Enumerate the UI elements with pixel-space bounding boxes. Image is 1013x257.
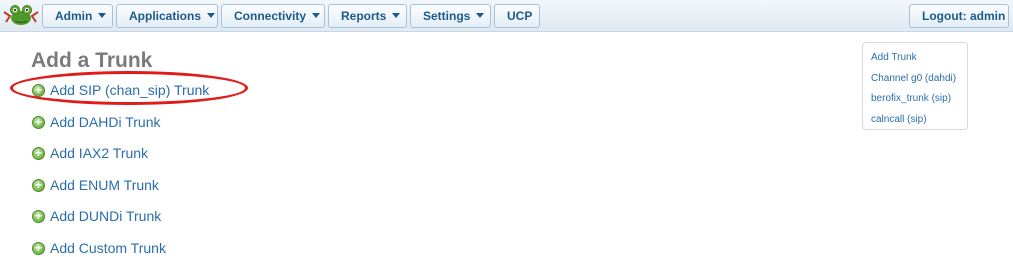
add-circle-icon: +	[32, 209, 45, 223]
sidebar-item-calncall[interactable]: calncall (sip)	[871, 110, 967, 131]
add-enum-trunk-link[interactable]: + Add ENUM Trunk	[32, 176, 159, 194]
trunk-link-label: Add IAX2 Trunk	[50, 145, 149, 161]
menu-reports-label: Reports	[341, 9, 387, 23]
top-menu-bar: Admin Applications Connectivity Reports …	[0, 0, 1013, 32]
chevron-down-icon	[312, 13, 321, 19]
sidebar-item-channel-g0[interactable]: Channel g0 (dahdi)	[871, 69, 967, 90]
add-circle-icon: +	[32, 146, 45, 160]
logout-label: Logout: admin	[922, 9, 1006, 23]
add-dahdi-trunk-link[interactable]: + Add DAHDi Trunk	[32, 113, 160, 131]
menu-reports[interactable]: Reports	[328, 4, 407, 28]
add-iax2-trunk-link[interactable]: + Add IAX2 Trunk	[32, 144, 148, 162]
trunk-link-label: Add SIP (chan_sip) Trunk	[50, 82, 210, 98]
add-circle-icon: +	[32, 241, 45, 255]
add-circle-icon: +	[32, 115, 45, 129]
freepbx-logo-icon[interactable]	[2, 2, 40, 28]
menu-settings-label: Settings	[423, 9, 471, 23]
page-title: Add a Trunk	[31, 49, 153, 72]
menu-applications[interactable]: Applications	[116, 4, 218, 28]
chevron-down-icon	[476, 13, 485, 19]
menu-ucp-label: UCP	[507, 9, 533, 23]
sidebar-item-berofix-trunk[interactable]: berofix_trunk (sip)	[871, 89, 967, 110]
add-custom-trunk-link[interactable]: + Add Custom Trunk	[32, 239, 166, 257]
add-sip-trunk-link[interactable]: + Add SIP (chan_sip) Trunk	[32, 81, 209, 99]
chevron-down-icon	[207, 13, 216, 19]
trunk-link-label: Add ENUM Trunk	[50, 177, 159, 193]
trunk-sidebar: Add Trunk Channel g0 (dahdi) berofix_tru…	[862, 42, 968, 130]
add-circle-icon: +	[32, 83, 45, 97]
chevron-down-icon	[392, 13, 401, 19]
trunk-link-label: Add DAHDi Trunk	[50, 114, 161, 130]
menu-admin-label: Admin	[55, 9, 93, 23]
menu-settings[interactable]: Settings	[410, 4, 491, 28]
add-circle-icon: +	[32, 178, 45, 192]
sidebar-item-add-trunk[interactable]: Add Trunk	[871, 48, 967, 69]
menu-connectivity[interactable]: Connectivity	[221, 4, 325, 28]
menu-ucp[interactable]: UCP	[494, 4, 540, 28]
trunk-link-label: Add DUNDi Trunk	[50, 208, 162, 224]
trunk-link-label: Add Custom Trunk	[50, 240, 166, 256]
logout-button[interactable]: Logout: admin	[909, 4, 1009, 28]
add-dundi-trunk-link[interactable]: + Add DUNDi Trunk	[32, 207, 161, 225]
menu-connectivity-label: Connectivity	[234, 9, 307, 23]
menu-applications-label: Applications	[129, 9, 202, 23]
chevron-down-icon	[98, 13, 107, 19]
menu-admin[interactable]: Admin	[42, 4, 113, 28]
